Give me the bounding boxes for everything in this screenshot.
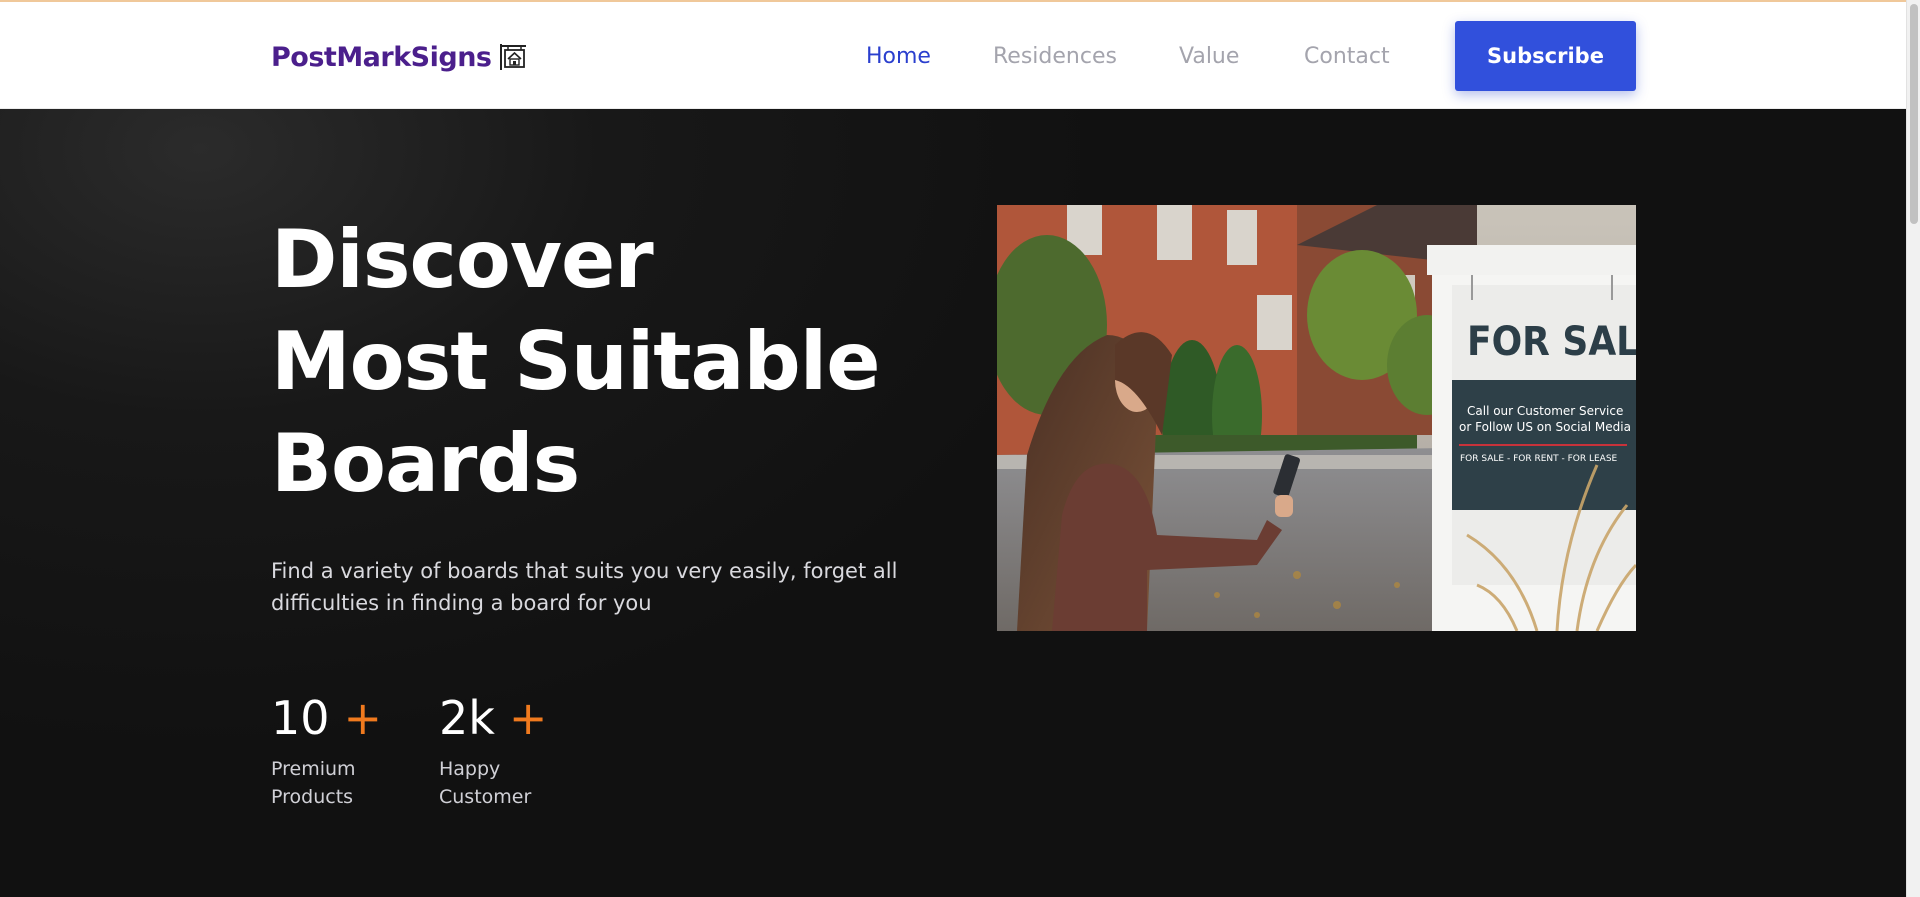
house-sign-icon — [499, 44, 526, 70]
subscribe-button[interactable]: Subscribe — [1455, 21, 1636, 91]
stat-label: Premium Products — [271, 758, 356, 808]
nav-link-contact[interactable]: Contact — [1304, 42, 1390, 72]
nav-link-residences[interactable]: Residences — [993, 42, 1117, 72]
hero-section: Discover Most Suitable Boards Find a var… — [0, 109, 1906, 897]
brand-name: PostMarkSigns — [271, 41, 492, 73]
navbar: PostMarkSigns Home Residences Value Cont… — [0, 2, 1906, 109]
hero-title-line-2: Most Suitable — [271, 315, 880, 408]
hero-title: Discover Most Suitable Boards — [271, 209, 880, 515]
stat-number: 2k — [439, 691, 495, 745]
page-scrollbar[interactable] — [1906, 0, 1920, 897]
brand-logo[interactable]: PostMarkSigns — [271, 37, 528, 77]
sign-line-2: or Follow US on Social Media — [1459, 420, 1631, 434]
stat-value: 10 + — [271, 689, 401, 747]
stat-number: 10 — [271, 691, 330, 745]
nav-link-home[interactable]: Home — [866, 42, 931, 72]
stat-value: 2k + — [439, 689, 569, 747]
sign-title: FOR SALE — [1467, 319, 1636, 365]
hero-image: FOR SALE Call our Customer Service or Fo… — [997, 205, 1636, 631]
sign-line-1: Call our Customer Service — [1467, 404, 1623, 418]
stat-happy-customer: 2k + Happy Customer — [439, 689, 569, 811]
stat-plus: + — [343, 691, 383, 745]
stat-premium-products: 10 + Premium Products — [271, 689, 401, 811]
nav-link-value[interactable]: Value — [1179, 42, 1239, 72]
scrollbar-thumb[interactable] — [1910, 4, 1918, 224]
stat-label: Happy Customer — [439, 758, 532, 808]
hero-title-line-1: Discover — [271, 213, 654, 306]
hero-subtitle: Find a variety of boards that suits you … — [271, 559, 898, 615]
sign-footer: FOR SALE - FOR RENT - FOR LEASE — [1460, 454, 1618, 464]
hero-photo-illustration: FOR SALE Call our Customer Service or Fo… — [997, 205, 1636, 631]
stat-plus: + — [508, 691, 548, 745]
hero-title-line-3: Boards — [271, 417, 580, 510]
